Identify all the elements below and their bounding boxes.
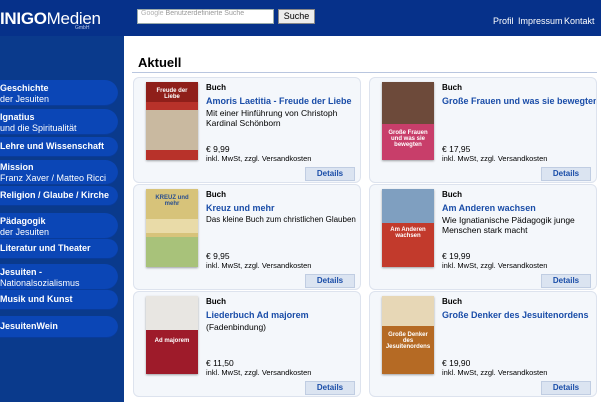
product-title[interactable]: Amoris Laetitia - Freude der Liebe [206, 96, 352, 106]
product-card: Freude der Liebe Buch Amoris Laetitia - … [133, 77, 361, 183]
details-button[interactable]: Details [305, 274, 355, 288]
product-title[interactable]: Große Frauen und was sie bewegten [442, 96, 596, 106]
product-price: € 9,99 [206, 144, 230, 154]
product-price: € 19,99 [442, 251, 471, 261]
product-price: € 19,90 [442, 358, 471, 368]
sidebar-item-geschichte[interactable]: Geschichte der Jesuiten [0, 80, 118, 106]
sidebar-item-religion[interactable]: Religion / Glaube / Kirche [0, 186, 118, 206]
product-title[interactable]: Am Anderen wachsen [442, 203, 536, 213]
nav-kontakt[interactable]: Kontakt [564, 16, 595, 26]
details-button[interactable]: Details [305, 167, 355, 181]
product-card: Große Denker des Jesuitenordens Buch Gro… [369, 291, 597, 397]
book-cover[interactable]: KREUZ und mehr [146, 189, 198, 267]
product-title[interactable]: Liederbuch Ad majorem [206, 310, 309, 320]
product-description: Das kleine Buch zum christlichen Glauben [206, 215, 356, 224]
product-card: Am Anderen wachsen Buch Am Anderen wachs… [369, 184, 597, 290]
search-button[interactable]: Suche [278, 9, 315, 24]
sidebar-item-ignatius[interactable]: Ignatius und die Spiritualität [0, 109, 118, 135]
product-tax-note: inkl. MwSt, zzgl. Versandkosten [442, 154, 548, 163]
product-title[interactable]: Kreuz und mehr [206, 203, 275, 213]
sidebar-item-literatur[interactable]: Literatur und Theater [0, 239, 118, 259]
product-tax-note: inkl. MwSt, zzgl. Versandkosten [442, 368, 548, 377]
details-button[interactable]: Details [541, 167, 591, 181]
product-type: Buch [206, 297, 226, 306]
search-placeholder: Benutzerdefinierte Suche [165, 10, 245, 17]
details-button[interactable]: Details [541, 274, 591, 288]
sidebar: Geschichte der Jesuiten Ignatius und die… [0, 36, 124, 402]
product-type: Buch [442, 190, 462, 199]
sidebar-item-mission[interactable]: Mission Franz Xaver / Matteo Ricci [0, 160, 118, 185]
product-card: Große Frauen und was sie bewegten Buch G… [369, 77, 597, 183]
product-card: KREUZ und mehr Buch Kreuz und mehr Das k… [133, 184, 361, 290]
book-cover[interactable]: Am Anderen wachsen [382, 189, 434, 267]
sidebar-item-jesuitenwein[interactable]: JesuitenWein [0, 316, 118, 338]
top-header: INIGOMedien GmbH Google Benutzerdefinier… [0, 0, 601, 36]
product-tax-note: inkl. MwSt, zzgl. Versandkosten [206, 368, 312, 377]
book-cover[interactable]: Große Frauen und was sie bewegten [382, 82, 434, 160]
product-tax-note: inkl. MwSt, zzgl. Versandkosten [206, 261, 312, 270]
product-tax-note: inkl. MwSt, zzgl. Versandkosten [442, 261, 548, 270]
product-type: Buch [206, 190, 226, 199]
product-type: Buch [442, 297, 462, 306]
product-price: € 11,50 [206, 358, 234, 368]
product-title[interactable]: Große Denker des Jesuitenordens [442, 310, 589, 320]
product-price: € 17,95 [442, 144, 471, 154]
search-brand: Google [141, 10, 164, 17]
book-cover[interactable]: Große Denker des Jesuitenordens [382, 296, 434, 374]
nav-impressum[interactable]: Impressum [518, 16, 563, 26]
book-cover[interactable]: Freude der Liebe [146, 82, 198, 160]
book-cover[interactable]: Ad majorem [146, 296, 198, 374]
sidebar-item-lehre[interactable]: Lehre und Wissenschaft [0, 137, 118, 157]
product-price: € 9,95 [206, 251, 230, 261]
search-input[interactable]: Google Benutzerdefinierte Suche [137, 9, 274, 24]
product-description: Mit einer Hinführung von Christoph Kardi… [206, 108, 338, 128]
title-divider [132, 72, 597, 73]
logo-main: INIGO [0, 9, 47, 28]
sidebar-item-musik[interactable]: Musik und Kunst [0, 290, 118, 310]
product-description: (Fadenbindung) [206, 322, 267, 332]
product-card: Ad majorem Buch Liederbuch Ad majorem (F… [133, 291, 361, 397]
sidebar-item-paedagogik[interactable]: Pädagogik der Jesuiten [0, 213, 118, 239]
page-title: Aktuell [138, 55, 182, 70]
product-type: Buch [442, 83, 462, 92]
product-tax-note: inkl. MwSt, zzgl. Versandkosten [206, 154, 312, 163]
sidebar-item-nationalsozialismus[interactable]: Jesuiten - Nationalsozialismus [0, 264, 118, 290]
product-type: Buch [206, 83, 226, 92]
product-description: Wie Ignatianische Pädagogik junge Mensch… [442, 215, 575, 235]
logo-sub: GmbH [75, 25, 90, 31]
logo-light: Medien [46, 9, 101, 28]
details-button[interactable]: Details [541, 381, 591, 395]
main-content: Aktuell Freude der Liebe Buch Amoris Lae… [124, 36, 601, 402]
details-button[interactable]: Details [305, 381, 355, 395]
nav-profil[interactable]: Profil [493, 16, 514, 26]
